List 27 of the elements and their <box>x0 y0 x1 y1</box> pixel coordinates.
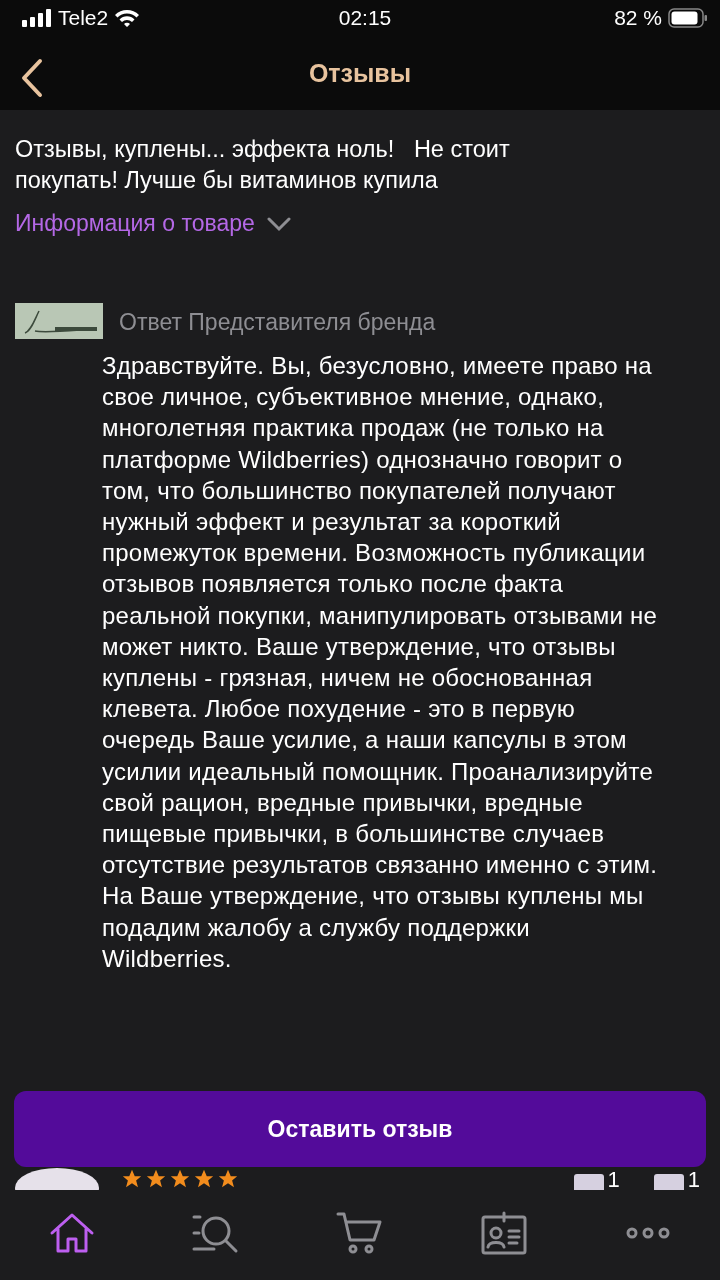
star-icon <box>169 1168 191 1190</box>
signal-icon <box>22 9 52 27</box>
dislike-icon <box>653 1174 684 1190</box>
review-text: Отзывы, куплены... эффекта ноль! Не стоит покупать! Лучше бы витаминов купила <box>15 135 511 195</box>
star-icon <box>145 1168 167 1190</box>
product-info-link[interactable]: Информация о товаре <box>15 210 291 237</box>
back-icon <box>20 58 44 98</box>
cart-icon <box>336 1211 384 1255</box>
wifi-icon <box>114 8 141 28</box>
star-icon <box>217 1168 239 1190</box>
like-icon <box>573 1174 604 1190</box>
star-icon <box>121 1168 143 1190</box>
dislike-count: 1 <box>687 1170 700 1190</box>
leave-review-button[interactable]: Оставить отзыв <box>14 1091 706 1167</box>
id-card-icon <box>480 1211 528 1255</box>
star-icon <box>193 1168 215 1190</box>
battery-icon <box>668 8 708 28</box>
reply-text: Здравствуйте. Вы, безусловно, имеете право на свое личное, субъективное мнение, однако, многолетняя практика продаж (не только на платформе Wildberries) однозначно говорит о том, что большинство покупателей получают нужный эффект и результат за короткий промежуток времени. Возможность публикации отзывов появляется только после факта реальной покупки, манипулировать отзывами не может никто. Ваше утверждение, что отзывы куплены - грязная, ничем не обоснованная клевета. Любое похудение - это в первую очередь Ваше усилие, а наши капсулы в этом усилии идеальный помощник. Проанализируйте свой рацион, вредные привычки, вредные пищевые привычки, в большинстве случаев отсутствие результатов связанно именно с этим. На Ваше утверждение, что отзывы куплены мы подадим жалобу а службу поддержки Wildberries. <box>102 351 658 974</box>
more-icon <box>624 1226 672 1240</box>
carrier-name: Tele2 <box>58 6 109 30</box>
battery-percent: 82 % <box>614 6 662 30</box>
like-count: 1 <box>607 1170 620 1190</box>
reply-author: Ответ Представителя бренда <box>119 309 437 336</box>
clock-time: 02:15 <box>338 6 392 29</box>
chevron-icon <box>266 215 291 232</box>
home-icon <box>48 1211 96 1255</box>
page-title: Отзывы <box>308 58 412 88</box>
